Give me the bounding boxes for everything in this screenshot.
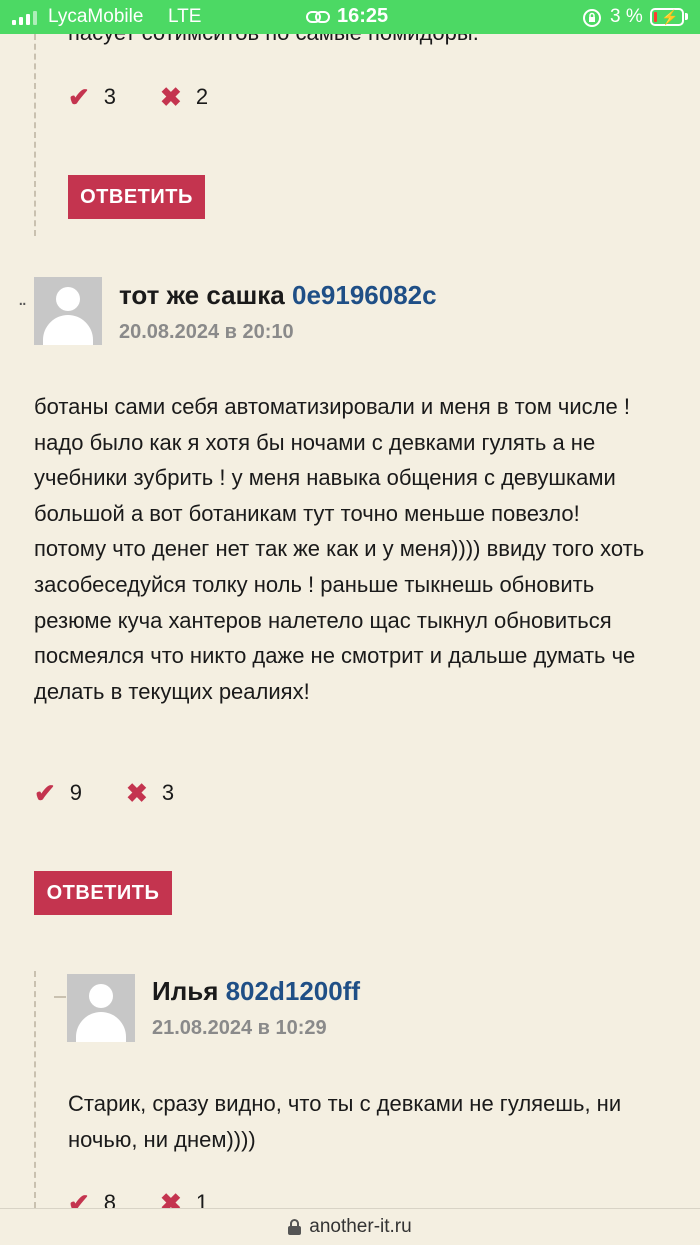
hotspot-link-icon — [306, 9, 330, 31]
network-type: LTE — [168, 6, 202, 27]
rotation-lock-icon — [582, 8, 602, 34]
comment-date: 21.08.2024 в 10:29 — [152, 1017, 327, 1039]
reply-button[interactable]: ОТВЕТИТЬ — [34, 871, 172, 915]
cross-icon: ✖ — [126, 778, 148, 808]
site-url: another-it.ru — [309, 1216, 412, 1237]
thread-connector — [54, 996, 66, 998]
avatar — [67, 974, 135, 1042]
carrier-name: LycaMobile — [48, 6, 144, 27]
lock-icon — [288, 1219, 302, 1235]
thread-dots: .. — [18, 288, 27, 310]
battery-percentage: 3 % — [610, 6, 643, 27]
reply-button[interactable]: ОТВЕТИТЬ — [68, 175, 205, 219]
author-hash-link[interactable]: 0e9196082c — [292, 280, 437, 310]
check-icon: ✔ — [34, 778, 56, 808]
cross-icon: ✖ — [160, 1188, 182, 1208]
comment-author: Илья 802d1200ff — [152, 976, 360, 1007]
author-hash-link[interactable]: 802d1200ff — [226, 976, 360, 1006]
thread-line — [34, 34, 36, 236]
battery-icon: ⚡ — [650, 8, 684, 26]
downvote-count: 3 — [161, 780, 175, 805]
comment-text: ботаны сами себя автоматизировали и меня… — [34, 394, 645, 704]
author-name: тот же сашка — [119, 280, 285, 310]
downvote-button[interactable]: ✖ 1 — [160, 1190, 208, 1208]
clock: 16:25 — [337, 5, 389, 27]
avatar — [34, 277, 102, 345]
downvote-count: 1 — [195, 1190, 209, 1208]
comments-area: пасует сотимситов по самые помидоры. ✔ 3… — [0, 34, 700, 1208]
author-name: Илья — [152, 976, 219, 1006]
thread-line — [34, 971, 36, 1208]
signal-strength-icon — [12, 9, 37, 25]
downvote-button[interactable]: ✖ 2 — [160, 84, 208, 110]
check-icon: ✔ — [68, 82, 90, 112]
partial-comment-text: пасует сотимситов по самые помидоры. — [68, 34, 479, 46]
downvote-button[interactable]: ✖ 3 — [126, 780, 174, 806]
vote-bar: ✔ 9 ✖ 3 — [34, 780, 218, 806]
check-icon: ✔ — [68, 1188, 90, 1208]
address-bar[interactable]: another-it.ru — [0, 1208, 700, 1245]
comment-text: Старик, сразу видно, что ты с девками не… — [68, 1091, 622, 1152]
upvote-count: 8 — [103, 1190, 117, 1208]
comment-date: 20.08.2024 в 20:10 — [119, 321, 294, 343]
vote-bar: ✔ 8 ✖ 1 — [68, 1190, 252, 1208]
status-bar: LycaMobile LTE 16:25 3 % ⚡ — [0, 0, 700, 34]
upvote-button[interactable]: ✔ 3 — [68, 84, 116, 110]
downvote-count: 2 — [195, 84, 209, 109]
upvote-button[interactable]: ✔ 8 — [68, 1190, 116, 1208]
cross-icon: ✖ — [160, 82, 182, 112]
upvote-button[interactable]: ✔ 9 — [34, 780, 82, 806]
upvote-count: 9 — [69, 780, 83, 805]
comment-author: тот же сашка 0e9196082c — [119, 280, 437, 311]
upvote-count: 3 — [103, 84, 117, 109]
vote-bar: ✔ 3 ✖ 2 — [68, 84, 252, 110]
